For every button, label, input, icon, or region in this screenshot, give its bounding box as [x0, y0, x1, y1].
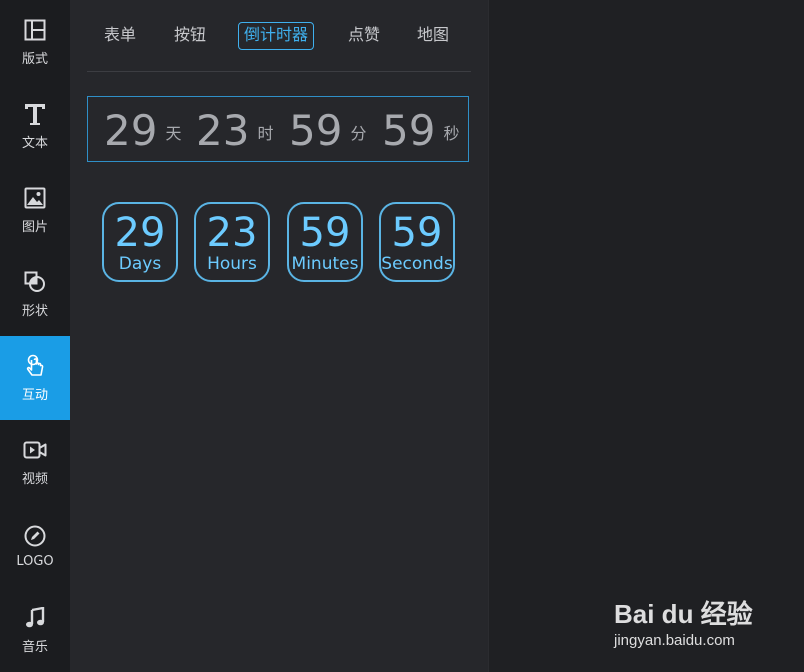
sidebar-item-label: 文本: [21, 135, 48, 151]
seconds-value: 59: [391, 210, 443, 256]
tab-like[interactable]: 点赞: [348, 22, 380, 48]
hours-value: 23: [196, 105, 250, 155]
sidebar: 版式 文本 图片 形状 互动 视频 LOGO 音乐: [0, 0, 70, 672]
logo-pen-icon: [23, 524, 47, 548]
layout-icon: [23, 18, 47, 42]
canvas-area: Bai du 经验 jingyan.baidu.com: [488, 0, 804, 672]
tab-bar: 表单 按钮 倒计时器 点赞 地图: [70, 0, 488, 72]
sidebar-item-image[interactable]: 图片: [0, 168, 70, 252]
countdown-seconds: 59 秒: [382, 97, 459, 163]
touch-icon: [23, 354, 47, 378]
sidebar-item-label: LOGO: [16, 553, 54, 569]
days-value: 29: [104, 105, 158, 155]
minutes-suffix: 分: [350, 124, 367, 143]
tab-countdown[interactable]: 倒计时器: [238, 22, 315, 50]
countdown-minutes: 59 分: [289, 97, 366, 163]
watermark-url: jingyan.baidu.com: [614, 632, 735, 649]
sidebar-item-label: 音乐: [21, 639, 48, 655]
countdown-box-minutes[interactable]: 59 Minutes: [287, 202, 363, 282]
sidebar-item-label: 互动: [21, 387, 48, 403]
tab-form[interactable]: 表单: [104, 22, 136, 48]
hours-value: 23: [206, 210, 258, 256]
shape-icon: [23, 270, 47, 294]
hours-label: Hours: [207, 254, 257, 274]
watermark-brand: Bai du 经验: [614, 599, 753, 629]
countdown-days: 29 天: [104, 97, 181, 163]
sidebar-item-layout[interactable]: 版式: [0, 0, 70, 84]
component-panel: 表单 按钮 倒计时器 点赞 地图 29 天 23 时 59 分 59 秒 29 …: [70, 0, 488, 672]
sidebar-item-video[interactable]: 视频: [0, 420, 70, 504]
baidu-watermark: Bai du 经验 jingyan.baidu.com: [614, 594, 760, 658]
sidebar-item-label: 形状: [21, 303, 48, 319]
sidebar-item-logo[interactable]: LOGO: [0, 504, 70, 588]
tab-map[interactable]: 地图: [417, 22, 449, 48]
days-suffix: 天: [165, 124, 182, 143]
minutes-value: 59: [289, 105, 343, 155]
days-label: Days: [118, 254, 162, 274]
sidebar-item-label: 视频: [21, 471, 48, 487]
seconds-suffix: 秒: [443, 124, 460, 143]
tab-divider: [87, 71, 471, 72]
seconds-value: 59: [382, 105, 436, 155]
countdown-box-hours[interactable]: 23 Hours: [194, 202, 270, 282]
countdown-hours: 23 时: [196, 97, 273, 163]
countdown-box-seconds[interactable]: 59 Seconds: [379, 202, 455, 282]
sidebar-item-interaction[interactable]: 互动: [0, 336, 70, 420]
seconds-label: Seconds: [381, 254, 453, 274]
sidebar-item-label: 版式: [21, 51, 48, 67]
sidebar-item-label: 图片: [21, 219, 48, 235]
video-icon: [23, 438, 47, 462]
tab-button[interactable]: 按钮: [174, 22, 206, 48]
countdown-box-days[interactable]: 29 Days: [102, 202, 178, 282]
hours-suffix: 时: [257, 124, 274, 143]
countdown-style-text[interactable]: 29 天 23 时 59 分 59 秒: [87, 96, 469, 162]
music-icon: [23, 606, 47, 630]
minutes-label: Minutes: [291, 254, 359, 274]
text-icon: [23, 102, 47, 126]
image-icon: [23, 186, 47, 210]
sidebar-item-shape[interactable]: 形状: [0, 252, 70, 336]
days-value: 29: [114, 210, 166, 256]
sidebar-item-text[interactable]: 文本: [0, 84, 70, 168]
sidebar-item-music[interactable]: 音乐: [0, 588, 70, 672]
minutes-value: 59: [299, 210, 351, 256]
